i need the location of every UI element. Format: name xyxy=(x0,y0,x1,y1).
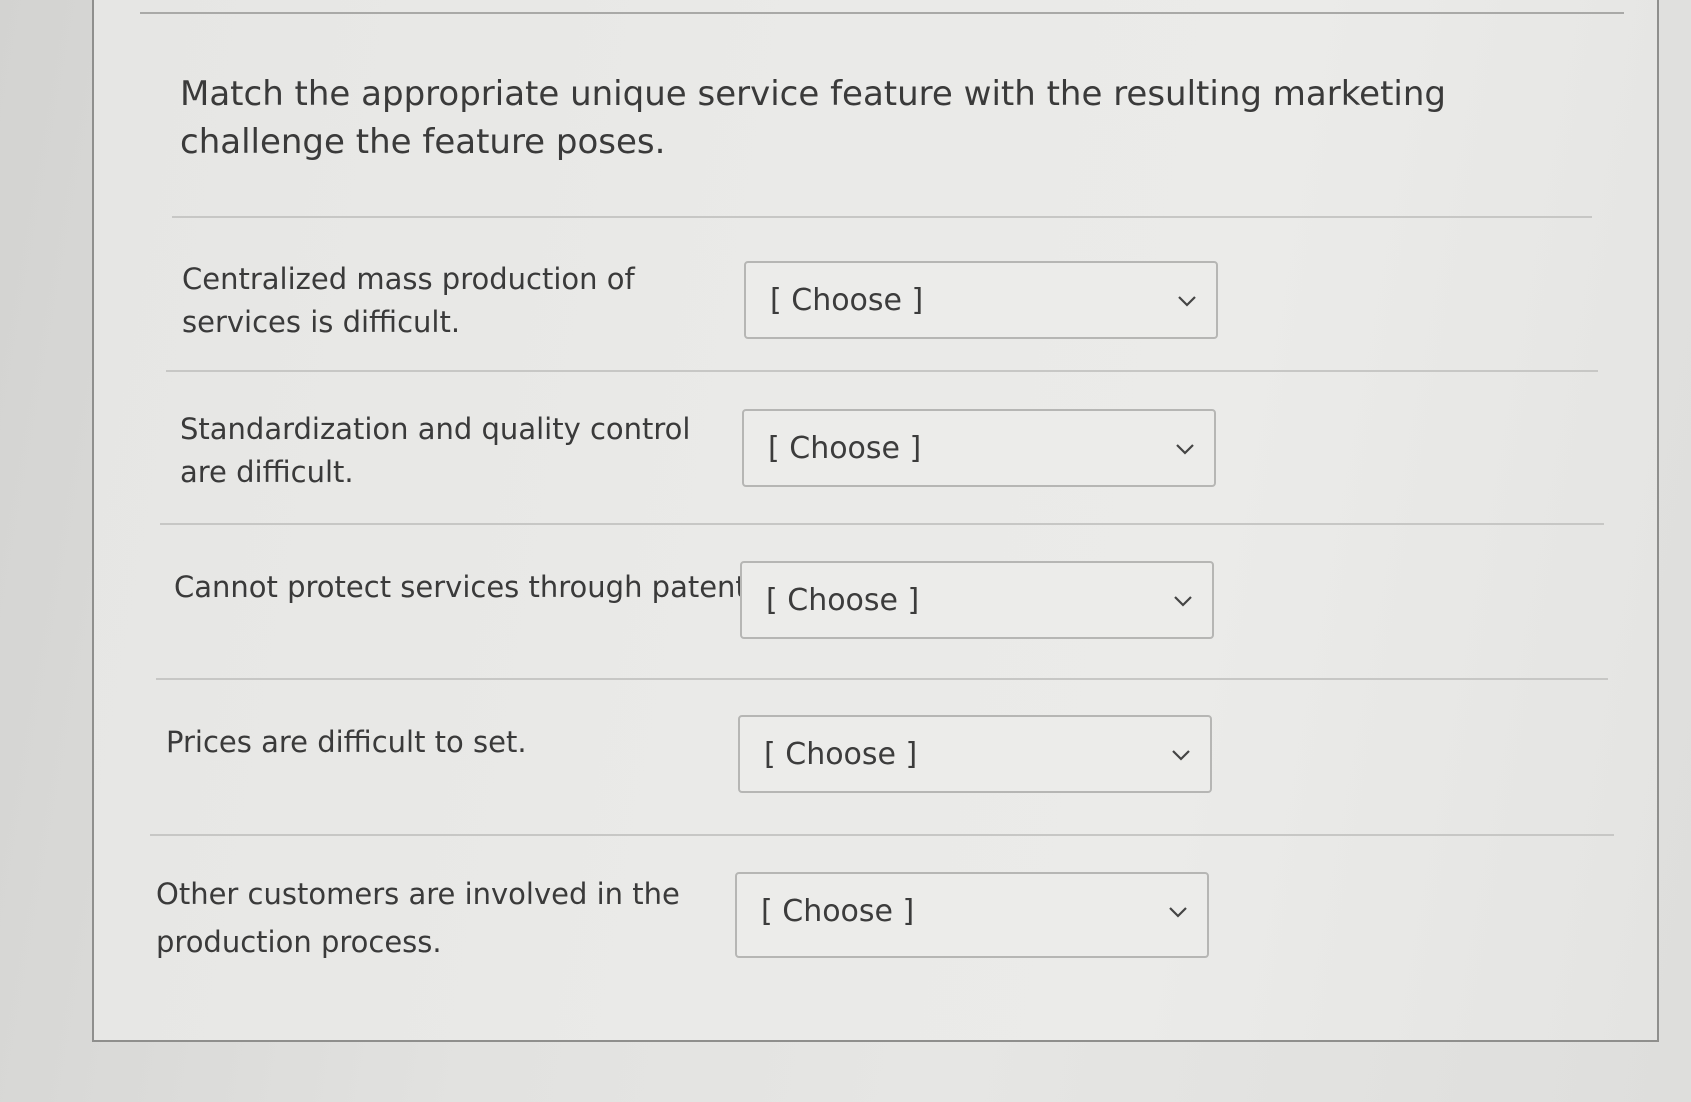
match-select-patents[interactable]: [ Choose ] xyxy=(740,561,1214,639)
select-value: [ Choose ] xyxy=(770,283,924,318)
chevron-down-icon xyxy=(1172,750,1190,761)
row-divider xyxy=(172,216,1592,218)
select-value: [ Choose ] xyxy=(768,431,922,466)
row-divider xyxy=(160,523,1604,525)
chevron-down-icon xyxy=(1169,907,1187,918)
row-divider xyxy=(156,678,1608,680)
row-divider xyxy=(166,370,1598,372)
chevron-down-icon xyxy=(1176,444,1194,455)
top-divider xyxy=(140,12,1624,14)
chevron-down-icon xyxy=(1178,296,1196,307)
feature-label-patents: Cannot protect services through patents. xyxy=(174,570,772,604)
select-value: [ Choose ] xyxy=(764,737,918,772)
match-select-other-customers[interactable]: [ Choose ] xyxy=(735,872,1209,958)
row-divider xyxy=(150,834,1614,836)
chevron-down-icon xyxy=(1174,596,1192,607)
feature-label-standardization: Standardization and quality control are … xyxy=(180,412,691,489)
feature-label-other-customers: Other customers are involved in the prod… xyxy=(156,877,680,959)
match-select-centralized-production[interactable]: [ Choose ] xyxy=(744,261,1218,339)
feature-label-centralized-production: Centralized mass production of services … xyxy=(182,262,635,339)
match-select-standardization[interactable]: [ Choose ] xyxy=(742,409,1216,487)
question-prompt: Match the appropriate unique service fea… xyxy=(180,74,1447,162)
feature-label-prices: Prices are difficult to set. xyxy=(166,725,527,759)
select-value: [ Choose ] xyxy=(761,894,915,929)
question-card: Match the appropriate unique service fea… xyxy=(92,0,1659,1042)
match-select-prices[interactable]: [ Choose ] xyxy=(738,715,1212,793)
select-value: [ Choose ] xyxy=(766,583,920,618)
